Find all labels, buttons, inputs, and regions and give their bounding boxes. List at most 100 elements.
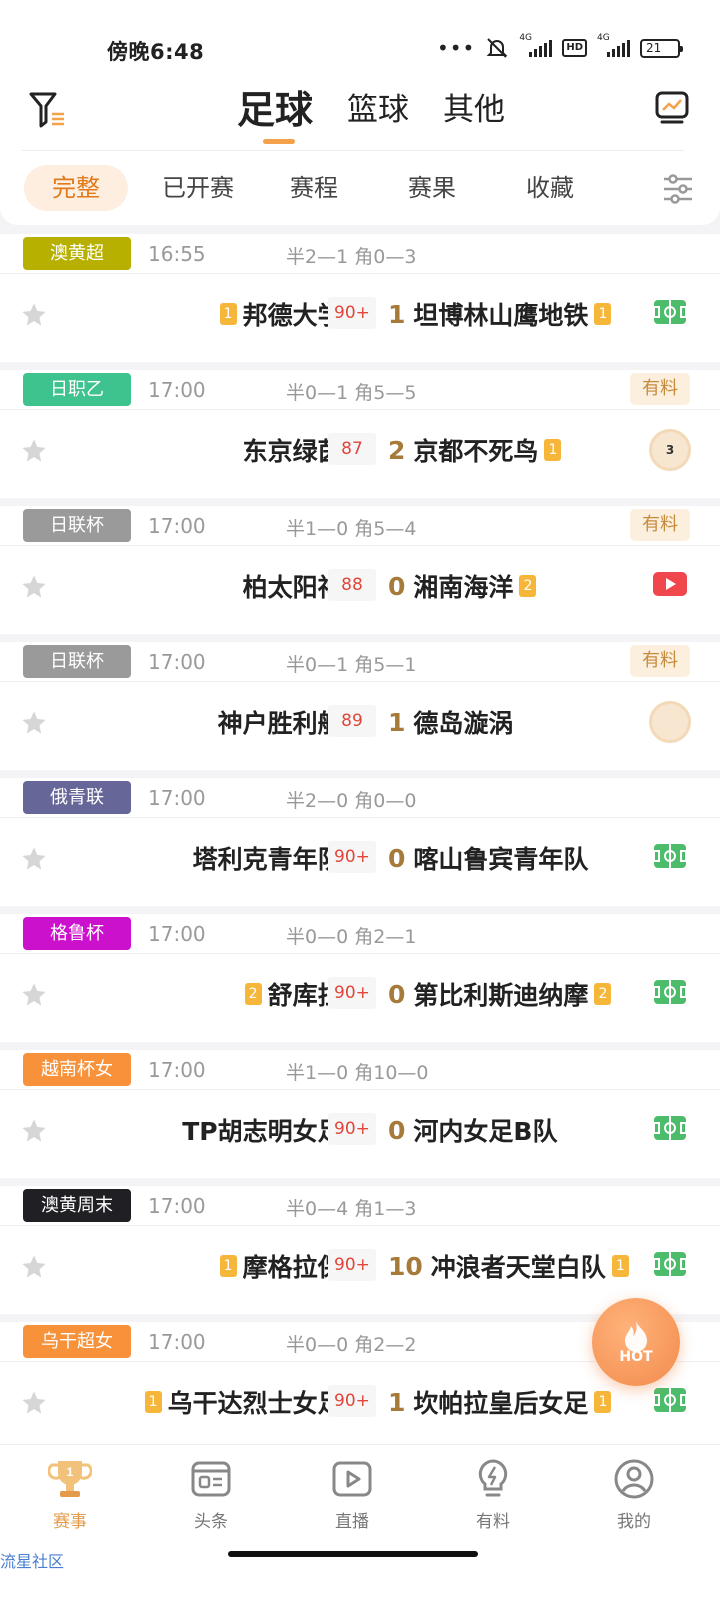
league-badge[interactable]: 澳黄周末	[23, 1189, 131, 1222]
pitch-icon[interactable]	[653, 1115, 687, 1145]
trophy-icon: 1	[48, 1461, 92, 1497]
corner-score: 角10—0	[354, 1062, 429, 1084]
home-indicator[interactable]	[228, 1551, 478, 1557]
favorite-star-icon[interactable]	[20, 301, 48, 329]
user-icon	[614, 1459, 654, 1499]
nav-mine[interactable]: 我的	[584, 1457, 684, 1532]
favorite-star-icon[interactable]	[20, 573, 48, 601]
league-badge[interactable]: 日联杯	[23, 509, 131, 542]
away-team: 湘南海洋	[413, 573, 514, 602]
match-row[interactable]: 日联杯17:00半1—0 角5—4有料柏太阳神1880湘南海洋2	[0, 506, 720, 634]
league-badge[interactable]: 俄青联	[23, 781, 131, 814]
hot-label: HOT	[619, 1349, 653, 1365]
hot-button[interactable]: HOT	[592, 1298, 680, 1386]
kickoff-time: 17:00	[148, 514, 206, 538]
away-side: 0 第比利斯迪纳摩 2	[386, 976, 612, 1012]
match-minute: 90+	[328, 1113, 376, 1145]
tips-badge[interactable]: 有料	[630, 373, 690, 405]
half-score: 半0—4	[286, 1198, 349, 1220]
match-action[interactable]	[648, 701, 692, 743]
league-badge[interactable]: 日职乙	[23, 373, 131, 406]
nav-events[interactable]: 1 赛事	[20, 1457, 120, 1532]
nav-tips-label: 有料	[476, 1512, 510, 1532]
away-team: 坦博林山鹰地铁	[413, 301, 589, 330]
nav-news[interactable]: 头条	[161, 1457, 261, 1532]
away-team: 京都不死鸟	[413, 437, 539, 466]
tab-basketball[interactable]: 篮球	[347, 84, 409, 136]
hd-icon: HD	[562, 39, 587, 57]
kickoff-time: 16:55	[148, 242, 206, 266]
avatar-icon[interactable]	[649, 701, 691, 743]
nav-tips[interactable]: 有料	[443, 1457, 543, 1532]
tab-full[interactable]: 完整	[24, 165, 128, 211]
match-row[interactable]: 澳黄周末17:00半0—4 角1—31摩格拉保090+10冲浪者天堂白队1	[0, 1186, 720, 1314]
match-row[interactable]: 越南杯女17:00半1—0 角10—0TP胡志明女足390+0河内女足B队	[0, 1050, 720, 1178]
match-body: 柏太阳神1880湘南海洋2	[0, 564, 720, 612]
match-action[interactable]	[648, 1246, 692, 1286]
favorite-star-icon[interactable]	[20, 1253, 48, 1281]
league-badge[interactable]: 乌干超女	[23, 1325, 131, 1358]
pitch-icon[interactable]	[653, 1251, 687, 1281]
favorite-star-icon[interactable]	[20, 981, 48, 1009]
tab-favorites[interactable]: 收藏	[510, 165, 590, 211]
match-minute: 90+	[328, 841, 376, 873]
match-action[interactable]	[648, 838, 692, 878]
match-body: 1邦德大学290+1坦博林山鹰地铁1	[0, 292, 720, 340]
away-side: 2 京都不死鸟 1	[386, 432, 562, 468]
favorite-star-icon[interactable]	[20, 845, 48, 873]
match-minute: 89	[328, 705, 376, 737]
tab-results[interactable]: 赛果	[392, 165, 472, 211]
kickoff-time: 17:00	[148, 1194, 206, 1218]
league-badge[interactable]: 越南杯女	[23, 1053, 131, 1086]
nav-live[interactable]: 直播	[302, 1457, 402, 1532]
match-action[interactable]	[648, 294, 692, 334]
match-header: 格鲁杯 17:00 半0—0 角2—1	[0, 914, 720, 954]
corner-score: 角5—5	[354, 382, 417, 404]
match-action[interactable]: 3	[648, 429, 692, 471]
sport-tabs: 足球 篮球 其他	[0, 84, 720, 144]
match-row[interactable]: 格鲁杯17:00半0—0 角2—12舒库拉190+0第比利斯迪纳摩2	[0, 914, 720, 1042]
match-action[interactable]	[648, 566, 692, 606]
pitch-icon[interactable]	[653, 299, 687, 329]
away-side: 0 河内女足B队	[386, 1112, 557, 1148]
match-minute: 88	[328, 569, 376, 601]
chart-icon[interactable]	[654, 90, 690, 126]
favorite-star-icon[interactable]	[20, 437, 48, 465]
favorite-star-icon[interactable]	[20, 709, 48, 737]
league-badge[interactable]: 澳黄超	[23, 237, 131, 270]
corner-score: 角0—3	[354, 246, 417, 268]
match-row[interactable]: 日职乙17:00半0—1 角5—5有料东京绿茵0872京都不死鸟13	[0, 370, 720, 498]
away-team: 喀山鲁宾青年队	[413, 845, 589, 874]
away-score: 0	[388, 571, 406, 601]
match-action[interactable]	[648, 1382, 692, 1422]
pitch-icon[interactable]	[653, 843, 687, 873]
tips-badge[interactable]: 有料	[630, 645, 690, 677]
match-action[interactable]	[648, 1110, 692, 1150]
tab-other[interactable]: 其他	[443, 84, 505, 136]
league-badge[interactable]: 日联杯	[23, 645, 131, 678]
away-rank-badge: 1	[611, 1255, 629, 1277]
tab-started[interactable]: 已开赛	[148, 165, 248, 211]
tips-badge[interactable]: 有料	[630, 509, 690, 541]
kickoff-time: 17:00	[148, 1058, 206, 1082]
match-action[interactable]	[648, 974, 692, 1014]
away-team: 德岛漩涡	[413, 709, 514, 738]
news-icon	[191, 1461, 231, 1497]
tab-schedule[interactable]: 赛程	[274, 165, 354, 211]
video-play-icon[interactable]	[652, 571, 688, 601]
pitch-icon[interactable]	[653, 1387, 687, 1417]
match-row[interactable]: 俄青联17:00半2—0 角0—0塔利克青年队290+0喀山鲁宾青年队	[0, 778, 720, 906]
kickoff-time: 17:00	[148, 378, 206, 402]
favorite-star-icon[interactable]	[20, 1117, 48, 1145]
settings-sliders-icon[interactable]	[662, 173, 694, 205]
tab-football[interactable]: 足球	[237, 84, 313, 144]
league-badge[interactable]: 格鲁杯	[23, 917, 131, 950]
away-score: 1	[388, 299, 406, 329]
match-row[interactable]: 澳黄超16:55半2—1 角0—31邦德大学290+1坦博林山鹰地铁1	[0, 234, 720, 362]
flame-icon	[625, 1321, 647, 1352]
away-team: 坎帕拉皇后女足	[413, 1389, 589, 1418]
avatar-icon[interactable]: 3	[649, 429, 691, 471]
favorite-star-icon[interactable]	[20, 1389, 48, 1417]
pitch-icon[interactable]	[653, 979, 687, 1009]
match-row[interactable]: 日联杯17:00半0—1 角5—1有料神户胜利船0891德岛漩涡	[0, 642, 720, 770]
